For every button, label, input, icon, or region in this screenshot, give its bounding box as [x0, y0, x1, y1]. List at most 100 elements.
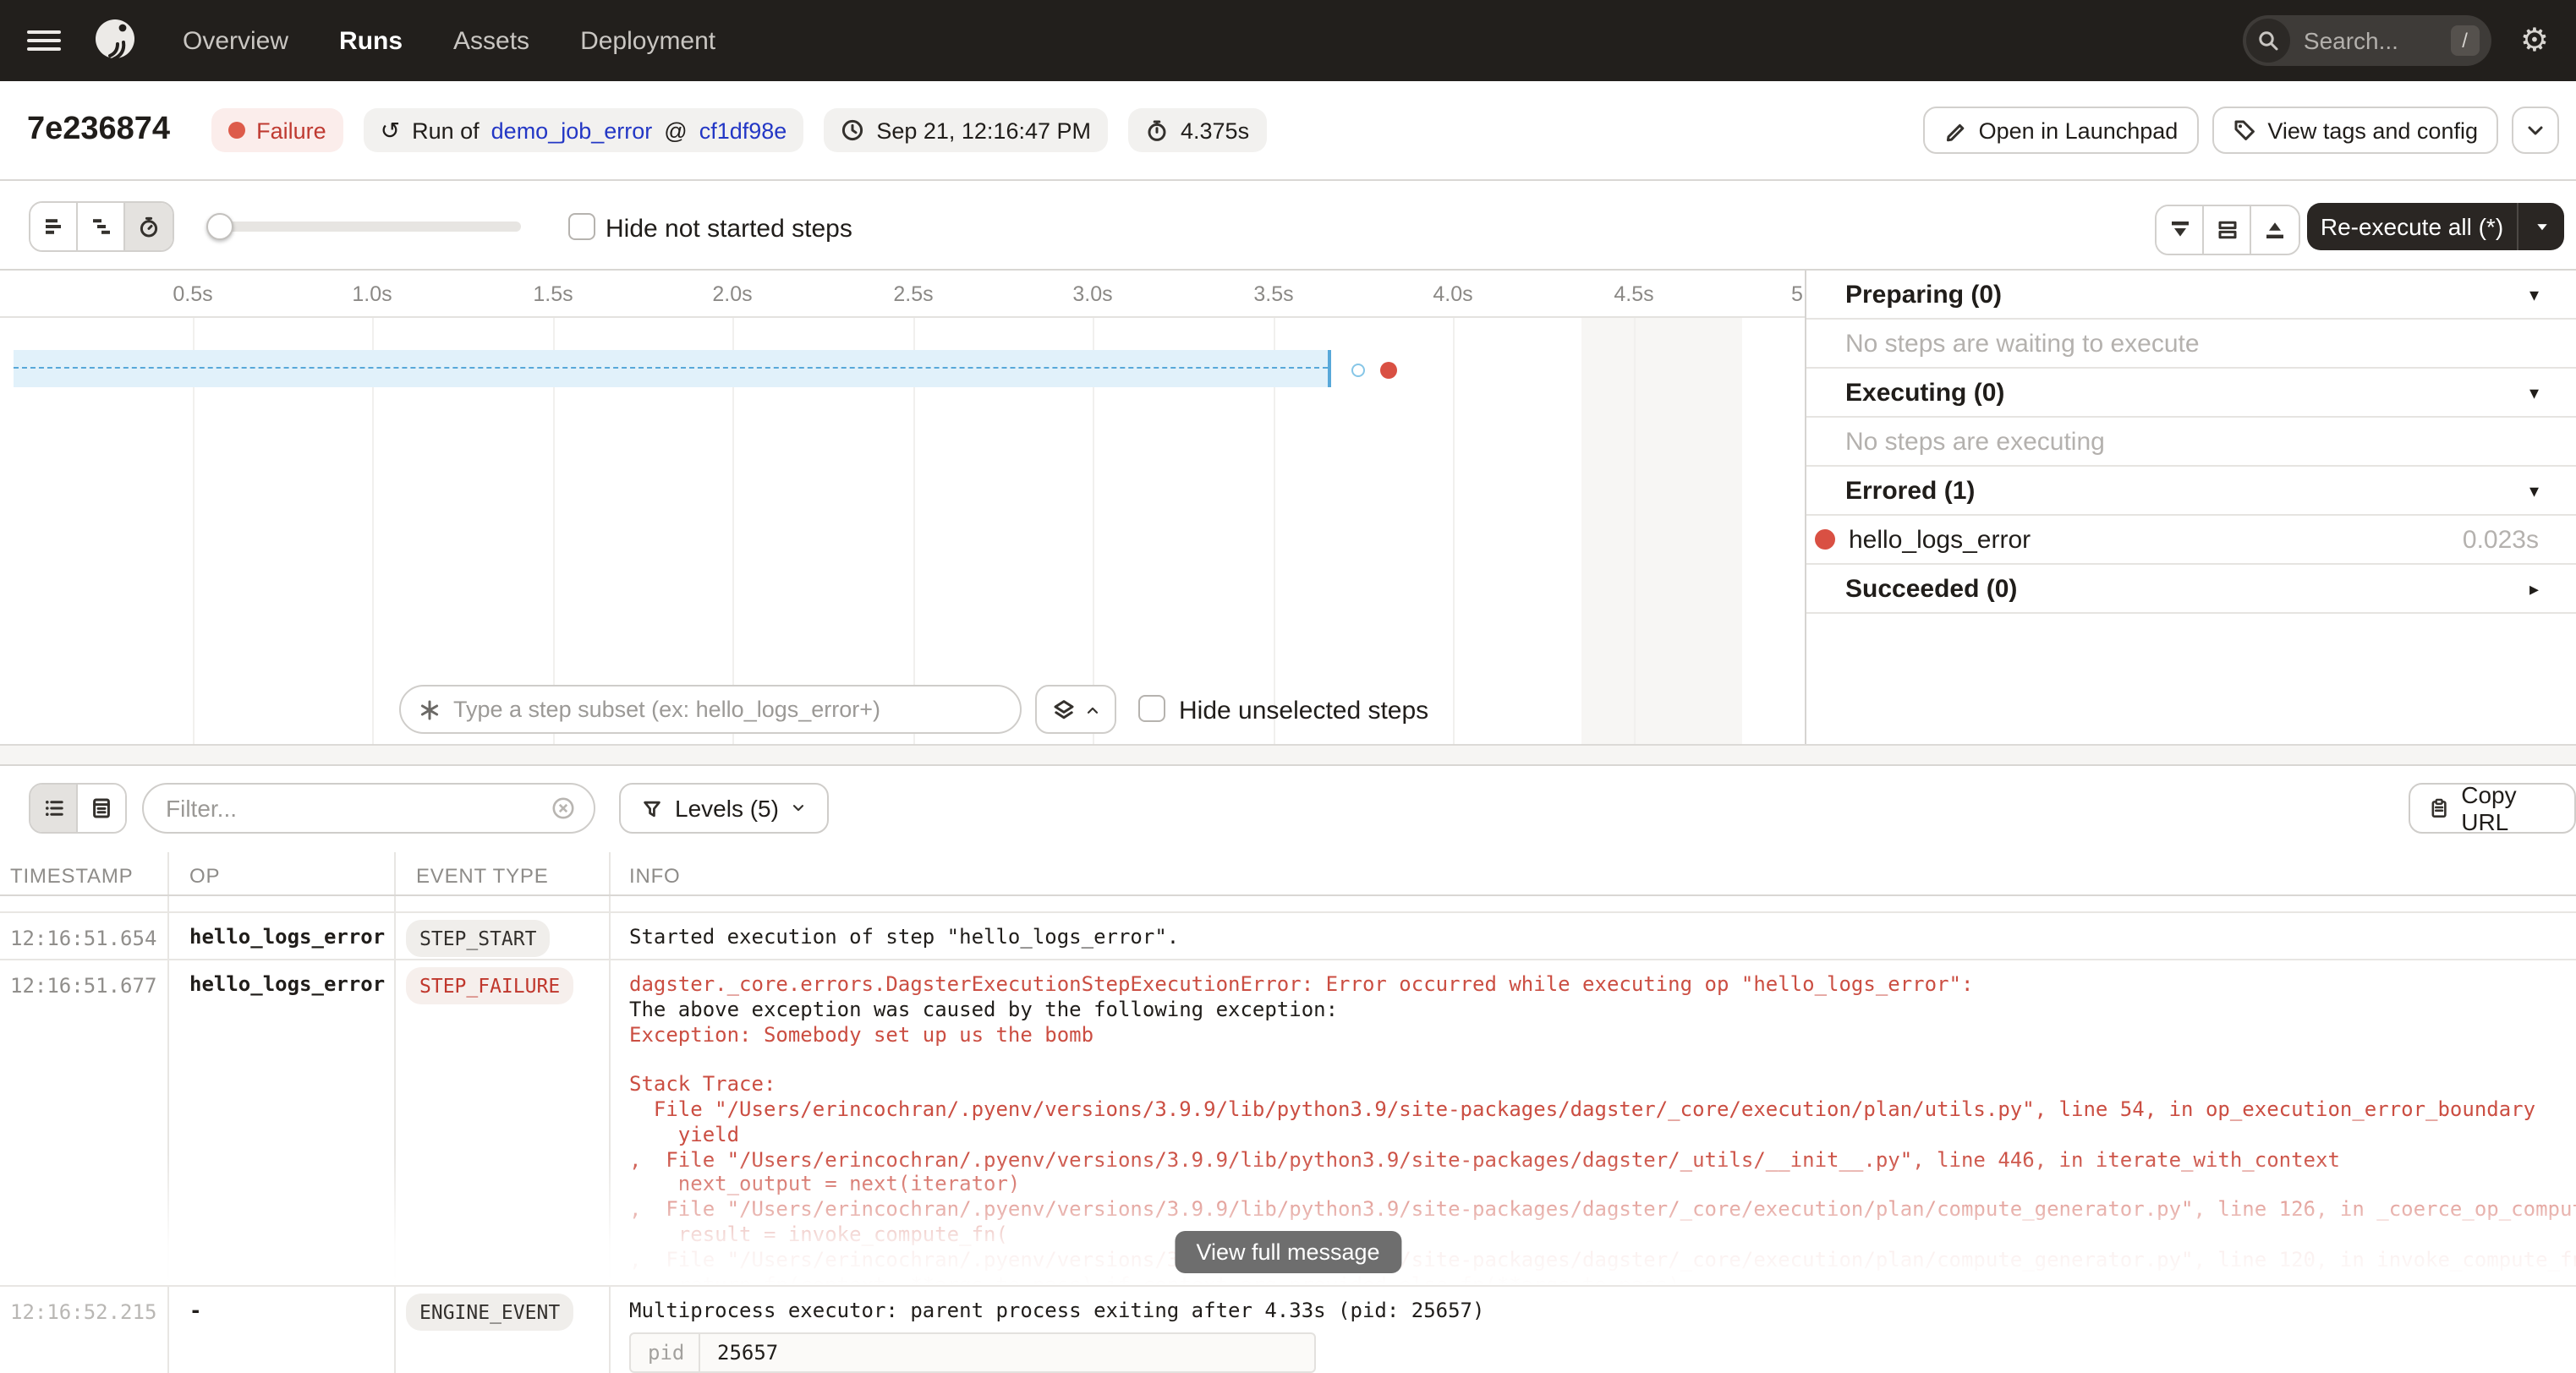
- axis-tick: 4.5s: [1614, 282, 1653, 306]
- status-badge: Failure: [211, 108, 343, 152]
- event-type-badge: STEP_FAILURE: [406, 967, 573, 1004]
- axis-tick: 2.0s: [712, 282, 752, 306]
- job-link[interactable]: demo_job_error: [491, 118, 653, 143]
- re-execute-options-button[interactable]: [2518, 218, 2564, 235]
- error-line: Exception: Somebody set up us the bomb: [629, 1022, 2576, 1048]
- view-timed-button[interactable]: [125, 203, 173, 250]
- log-row-engine-event[interactable]: 12:16:52.215 - ENGINE_EVENT Multiprocess…: [0, 1287, 2576, 1366]
- collapse-panel-down-button[interactable]: [2157, 206, 2204, 254]
- filter-placeholder: Filter...: [166, 795, 237, 822]
- metadata-key: pid: [631, 1334, 700, 1371]
- apply-selection-button[interactable]: [1035, 685, 1116, 734]
- column-header-timestamp[interactable]: TIMESTAMP: [0, 852, 169, 894]
- axis-tick: 4.0s: [1433, 282, 1472, 306]
- error-line: dagster._core.errors.DagsterExecutionSte…: [629, 972, 2576, 998]
- event-type-badge: ENGINE_EVENT: [406, 1294, 573, 1331]
- view-tags-config-button[interactable]: View tags and config: [2212, 107, 2498, 154]
- duration-pill: 4.375s: [1128, 108, 1266, 152]
- axis-tick: 3.0s: [1072, 282, 1112, 306]
- gantt-view-mode-group: [29, 201, 174, 252]
- tag-icon: [2232, 118, 2255, 142]
- log-info-text: Started execution of step "hello_logs_er…: [629, 925, 1179, 949]
- gantt-chart: 0.5s 1.0s 1.5s 2.0s 2.5s 3.0s 3.5s 4.0s …: [0, 271, 1805, 744]
- log-op-name: -: [169, 1287, 396, 1373]
- history-icon: ↺: [381, 118, 400, 142]
- stopwatch-icon: [1145, 118, 1169, 142]
- log-row-step-start[interactable]: 12:16:51.654 hello_logs_error STEP_START…: [0, 913, 2576, 960]
- chevron-collapsed-icon: ▸: [2529, 577, 2539, 599]
- panel-section-preparing[interactable]: Preparing (0)▾: [1806, 271, 2576, 320]
- flat-view-icon: [41, 215, 65, 238]
- timer-view-icon: [137, 215, 161, 238]
- error-line: The above exception was caused by the fo…: [629, 998, 2576, 1023]
- zoom-slider-track[interactable]: [220, 222, 521, 232]
- expand-panel-up-button[interactable]: [2251, 206, 2299, 254]
- copy-url-button[interactable]: Copy URL: [2409, 783, 2576, 834]
- error-line: File "/Users/erincochran/.pyenv/versions…: [629, 1097, 2576, 1123]
- open-in-launchpad-button[interactable]: Open in Launchpad: [1923, 107, 2199, 154]
- caret-up-icon: [1083, 701, 1100, 718]
- panel-section-executing[interactable]: Executing (0)▾: [1806, 369, 2576, 418]
- panel-section-succeeded[interactable]: Succeeded (0)▸: [1806, 565, 2576, 614]
- partial-row: [0, 896, 2576, 913]
- step-subset-input[interactable]: Type a step subset (ex: hello_logs_error…: [399, 685, 1022, 734]
- panel-empty-message: No steps are waiting to execute: [1806, 320, 2576, 369]
- snapshot-link[interactable]: cf1df98e: [699, 118, 787, 143]
- log-list-view-button[interactable]: [30, 785, 78, 832]
- dagster-run-page: Overview Runs Assets Deployment Search..…: [0, 0, 2576, 1368]
- errored-step-row[interactable]: hello_logs_error 0.023s: [1806, 516, 2576, 565]
- chevron-expanded-icon: ▾: [2529, 283, 2539, 305]
- log-structured-view-button[interactable]: [78, 785, 125, 832]
- run-status-panel: Preparing (0)▾ No steps are waiting to e…: [1805, 271, 2576, 744]
- header-more-actions-button[interactable]: [2512, 107, 2559, 154]
- log-op-name: hello_logs_error: [169, 960, 396, 1287]
- hamburger-menu-icon[interactable]: [27, 30, 61, 51]
- axis-tick: 1.0s: [352, 282, 392, 306]
- column-header-event-type[interactable]: EVENT TYPE: [396, 852, 611, 894]
- split-rows-icon: [2215, 218, 2239, 242]
- nav-item-deployment[interactable]: Deployment: [580, 26, 715, 55]
- dagster-logo[interactable]: [90, 15, 140, 66]
- log-toolbar: Filter... Levels (5) Copy URL: [0, 766, 2576, 852]
- view-waterfall-button[interactable]: [78, 203, 125, 250]
- axis-tick: 2.5s: [893, 282, 933, 306]
- list-view-icon: [41, 796, 65, 820]
- chevron-expanded-icon: ▾: [2529, 381, 2539, 403]
- gantt-marker-circle: [1351, 364, 1365, 377]
- axis-border: [0, 316, 1805, 318]
- re-execute-all-button[interactable]: Re-execute all (*): [2307, 203, 2564, 250]
- search-input[interactable]: Search... /: [2243, 15, 2491, 66]
- error-line: return fn(context, **args_to_pass) if co…: [629, 1272, 2576, 1287]
- log-table-header: TIMESTAMP OP EVENT TYPE INFO: [0, 852, 2576, 896]
- hide-not-started-checkbox[interactable]: [568, 213, 595, 240]
- waterfall-view-icon: [89, 215, 112, 238]
- view-flat-button[interactable]: [30, 203, 78, 250]
- gear-icon[interactable]: ⚙: [2520, 25, 2549, 57]
- panel-empty-message: No steps are executing: [1806, 418, 2576, 467]
- start-time-pill: Sep 21, 12:16:47 PM: [824, 108, 1108, 152]
- search-icon: [2246, 19, 2290, 63]
- column-header-op[interactable]: OP: [169, 852, 396, 894]
- nav-item-assets[interactable]: Assets: [453, 26, 529, 55]
- gantt-step-bar[interactable]: [14, 350, 1331, 387]
- axis-tick: 5: [1791, 282, 1803, 306]
- view-full-message-button[interactable]: View full message: [1174, 1231, 1401, 1273]
- panel-section-errored[interactable]: Errored (1)▾: [1806, 467, 2576, 516]
- hide-unselected-checkbox[interactable]: [1138, 695, 1165, 722]
- log-filter-input[interactable]: Filter...: [142, 783, 595, 834]
- search-placeholder: Search...: [2304, 27, 2398, 54]
- chevron-expanded-icon: ▾: [2529, 479, 2539, 501]
- error-line: , File "/Users/erincochran/.pyenv/versio…: [629, 1248, 2576, 1273]
- column-header-info[interactable]: INFO: [611, 852, 2576, 894]
- zoom-slider-handle[interactable]: [206, 213, 233, 240]
- axis-tick: 3.5s: [1253, 282, 1293, 306]
- clear-filter-icon[interactable]: [550, 795, 577, 822]
- gantt-failure-dot: [1380, 362, 1397, 379]
- error-line: result = invoke_compute_fn(: [629, 1223, 2576, 1248]
- step-failure-dot-icon: [1815, 529, 1835, 550]
- nav-item-runs[interactable]: Runs: [339, 26, 403, 55]
- chevron-down-icon: [791, 800, 808, 817]
- nav-item-overview[interactable]: Overview: [183, 26, 288, 55]
- split-panel-button[interactable]: [2204, 206, 2251, 254]
- levels-filter-button[interactable]: Levels (5): [619, 783, 830, 834]
